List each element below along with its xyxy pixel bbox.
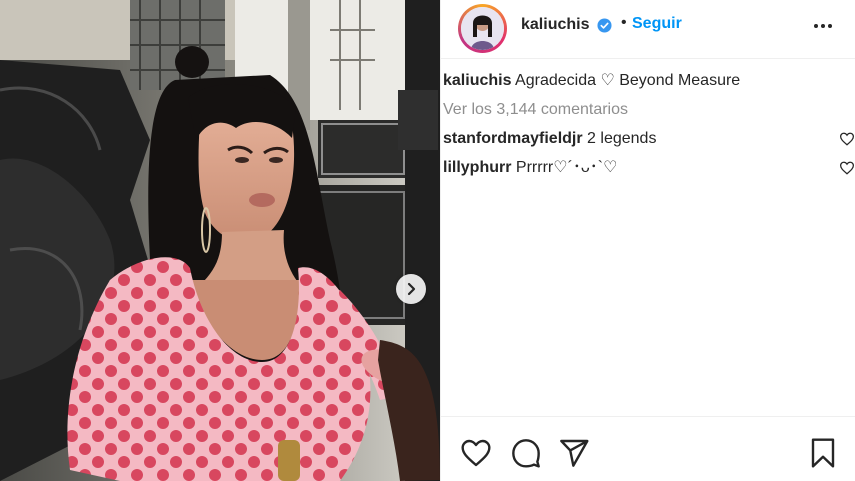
comment-row: lillyphurr Prrrrr♡´･ᴗ･`♡ xyxy=(441,153,855,182)
heart-icon[interactable] xyxy=(460,437,492,469)
comment-username[interactable]: stanfordmayfieldjr xyxy=(443,130,583,147)
view-all-comments-link[interactable]: Ver los 3,144 comentarios xyxy=(441,95,855,124)
avatar-image xyxy=(461,7,504,50)
post-actions-bar xyxy=(441,416,855,481)
header-username[interactable]: kaliuchis xyxy=(521,16,589,34)
comment-row: stanfordmayfieldjr 2 legends xyxy=(441,124,855,153)
comment-icon[interactable] xyxy=(510,437,542,469)
avatar[interactable] xyxy=(458,4,507,53)
verified-badge-icon xyxy=(597,18,612,33)
comment-username[interactable]: lillyphurr xyxy=(443,159,511,176)
comments-list: kaliuchis Agradecida ♡ Beyond Measure Ve… xyxy=(441,66,855,182)
instagram-post-window: kaliuchis • Seguir kaliuchis Agradecida … xyxy=(0,0,855,481)
follow-button[interactable]: Seguir xyxy=(632,15,682,33)
chevron-right-icon xyxy=(407,282,416,296)
share-icon[interactable] xyxy=(558,437,590,469)
caption-username[interactable]: kaliuchis xyxy=(443,72,511,89)
header-separator: • xyxy=(621,14,627,31)
comment-like-heart-icon[interactable] xyxy=(839,161,855,175)
next-photo-button[interactable] xyxy=(396,274,426,304)
bookmark-icon[interactable] xyxy=(807,437,839,469)
comment-like-heart-icon[interactable] xyxy=(839,132,855,146)
post-photo-image xyxy=(0,0,440,481)
post-header: kaliuchis • Seguir xyxy=(441,0,855,59)
post-details-panel: kaliuchis • Seguir kaliuchis Agradecida … xyxy=(440,0,855,481)
comment-text: Prrrrr♡´･ᴗ･`♡ xyxy=(515,159,618,176)
comment-text: 2 legends xyxy=(587,130,657,147)
post-photo[interactable] xyxy=(0,0,440,481)
caption-row: kaliuchis Agradecida ♡ Beyond Measure xyxy=(441,66,855,95)
more-options-icon[interactable] xyxy=(811,18,835,34)
caption-text: Agradecida ♡ Beyond Measure xyxy=(515,72,741,89)
